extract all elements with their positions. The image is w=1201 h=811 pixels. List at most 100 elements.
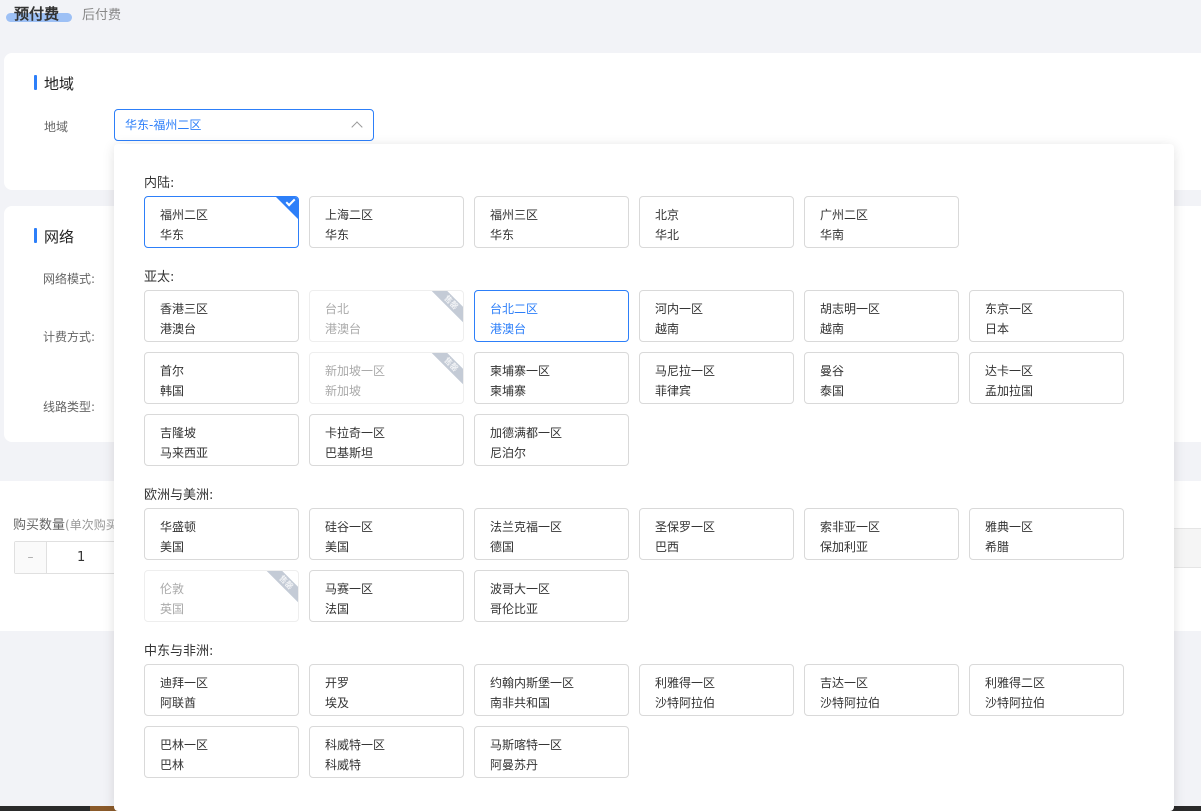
region-option[interactable]: 利雅得二区 沙特阿拉伯 <box>969 664 1124 716</box>
region-option-name: 吉达一区 <box>820 676 869 690</box>
region-option[interactable]: 北京 华北 <box>639 196 794 248</box>
region-option[interactable]: 华盛顿 美国 <box>144 508 299 560</box>
region-option-area: 巴西 <box>655 540 680 554</box>
tab-prepaid[interactable]: 预付费 <box>14 3 59 24</box>
region-option-area: 保加利亚 <box>820 540 869 554</box>
region-option-area: 巴林 <box>160 758 185 772</box>
region-option-name: 法兰克福一区 <box>490 520 563 534</box>
region-option-name: 伦敦 <box>160 582 185 596</box>
billing-method-label: 计费方式: <box>43 330 96 344</box>
region-option-name: 硅谷一区 <box>325 520 374 534</box>
region-option[interactable]: 东京一区 日本 <box>969 290 1124 342</box>
quantity-stepper[interactable]: – 1 <box>14 541 118 574</box>
region-option-name: 迪拜一区 <box>160 676 209 690</box>
region-option-name: 科威特一区 <box>325 738 386 752</box>
region-option-area: 越南 <box>655 322 680 336</box>
region-option-area: 菲律宾 <box>655 384 692 398</box>
region-option-name: 卡拉奇一区 <box>325 426 386 440</box>
region-option[interactable]: 福州三区 华东 <box>474 196 629 248</box>
region-option[interactable]: 吉达一区 沙特阿拉伯 <box>804 664 959 716</box>
quantity-value[interactable]: 1 <box>77 550 85 565</box>
region-option-name: 新加坡一区 <box>325 364 386 378</box>
region-option[interactable]: 马赛一区 法国 <box>309 570 464 622</box>
region-option-name: 马斯喀特一区 <box>490 738 563 752</box>
region-option[interactable]: 加德满都一区 尼泊尔 <box>474 414 629 466</box>
region-option[interactable]: 首尔 韩国 <box>144 352 299 404</box>
right-input-edge <box>1174 528 1201 568</box>
region-option-name: 巴林一区 <box>160 738 209 752</box>
region-option-area: 沙特阿拉伯 <box>655 696 716 710</box>
region-option[interactable]: 达卡一区 孟加拉国 <box>969 352 1124 404</box>
chevron-up-icon <box>351 121 363 133</box>
quantity-label-text: 购买数量 <box>13 518 66 533</box>
region-option[interactable]: 河内一区 越南 <box>639 290 794 342</box>
region-option-name: 吉隆坡 <box>160 426 197 440</box>
region-option-area: 韩国 <box>160 384 185 398</box>
region-option-name: 广州二区 <box>820 208 869 222</box>
region-option-name: 上海二区 <box>325 208 374 222</box>
region-option-area: 美国 <box>325 540 350 554</box>
region-option[interactable]: 迪拜一区 阿联酋 <box>144 664 299 716</box>
region-option-area: 港澳台 <box>490 322 527 336</box>
region-option-area: 美国 <box>160 540 185 554</box>
region-option[interactable]: 香港三区 港澳台 <box>144 290 299 342</box>
sold-out-ribbon: 售罄 <box>427 353 463 389</box>
region-option[interactable]: 福州二区 华东 <box>144 196 299 248</box>
region-option[interactable]: 台北二区 港澳台 <box>474 290 629 342</box>
region-option[interactable]: 科威特一区 科威特 <box>309 726 464 778</box>
region-option-area: 南非共和国 <box>490 696 551 710</box>
region-option-name: 东京一区 <box>985 302 1034 316</box>
region-option[interactable]: 马斯喀特一区 阿曼苏丹 <box>474 726 629 778</box>
region-option[interactable]: 开罗 埃及 <box>309 664 464 716</box>
region-option-name: 加德满都一区 <box>490 426 563 440</box>
network-section-title: 网络 <box>34 226 74 247</box>
region-option: 伦敦英国 售罄 <box>144 570 299 622</box>
region-option[interactable]: 柬埔寨一区 柬埔寨 <box>474 352 629 404</box>
region-option[interactable]: 索非亚一区 保加利亚 <box>804 508 959 560</box>
region-option: 新加坡一区新加坡 售罄 <box>309 352 464 404</box>
region-option-area: 新加坡 <box>325 384 362 398</box>
region-option[interactable]: 波哥大一区 哥伦比亚 <box>474 570 629 622</box>
region-option[interactable]: 法兰克福一区 德国 <box>474 508 629 560</box>
region-option[interactable]: 吉隆坡 马来西亚 <box>144 414 299 466</box>
region-option-name: 华盛顿 <box>160 520 197 534</box>
region-option-name: 开罗 <box>325 676 350 690</box>
region-option[interactable]: 约翰内斯堡一区 南非共和国 <box>474 664 629 716</box>
region-option[interactable]: 圣保罗一区 巴西 <box>639 508 794 560</box>
region-option-name: 北京 <box>655 208 680 222</box>
region-option-name: 雅典一区 <box>985 520 1034 534</box>
region-option[interactable]: 卡拉奇一区 巴基斯坦 <box>309 414 464 466</box>
region-option-area: 华南 <box>820 228 845 242</box>
region-option-area: 华东 <box>490 228 515 242</box>
region-option[interactable]: 曼谷 泰国 <box>804 352 959 404</box>
group-title-asia-pacific: 亚太: <box>144 270 175 285</box>
region-option[interactable]: 利雅得一区沙特阿拉伯 <box>639 664 794 716</box>
region-option[interactable]: 胡志明一区 越南 <box>804 290 959 342</box>
region-option[interactable]: 马尼拉一区 菲律宾 <box>639 352 794 404</box>
region-option-name: 圣保罗一区 <box>655 520 716 534</box>
sold-out-ribbon: 售罄 <box>262 571 298 607</box>
region-option[interactable]: 雅典一区 希腊 <box>969 508 1124 560</box>
quantity-label-sub: (单次购买 <box>65 518 118 532</box>
region-option[interactable]: 广州二区 华南 <box>804 196 959 248</box>
region-option-name: 波哥大一区 <box>490 582 551 596</box>
region-option-name: 曼谷 <box>820 364 845 378</box>
region-option-name: 香港三区 <box>160 302 209 316</box>
region-option-area: 日本 <box>985 322 1010 336</box>
region-option-area: 孟加拉国 <box>985 384 1034 398</box>
region-option-name: 利雅得一区 <box>655 676 716 690</box>
quantity-label: 购买数量(单次购买 <box>13 514 118 533</box>
region-select[interactable]: 华东-福州二区 <box>114 109 374 141</box>
region-option[interactable]: 巴林一区 巴林 <box>144 726 299 778</box>
region-select-value: 华东-福州二区 <box>125 118 202 132</box>
region-option-area: 华东 <box>325 228 350 242</box>
region-option-name: 索非亚一区 <box>820 520 881 534</box>
quantity-minus-button[interactable]: – <box>15 542 47 573</box>
tab-postpaid[interactable]: 后付费 <box>82 4 121 23</box>
region-option[interactable]: 硅谷一区 美国 <box>309 508 464 560</box>
region-option[interactable]: 上海二区 华东 <box>309 196 464 248</box>
region-option-area: 英国 <box>160 602 185 616</box>
region-option-area: 泰国 <box>820 384 845 398</box>
region-option-name: 约翰内斯堡一区 <box>490 676 575 690</box>
payment-tabs: 预付费 后付费 <box>0 0 1201 30</box>
